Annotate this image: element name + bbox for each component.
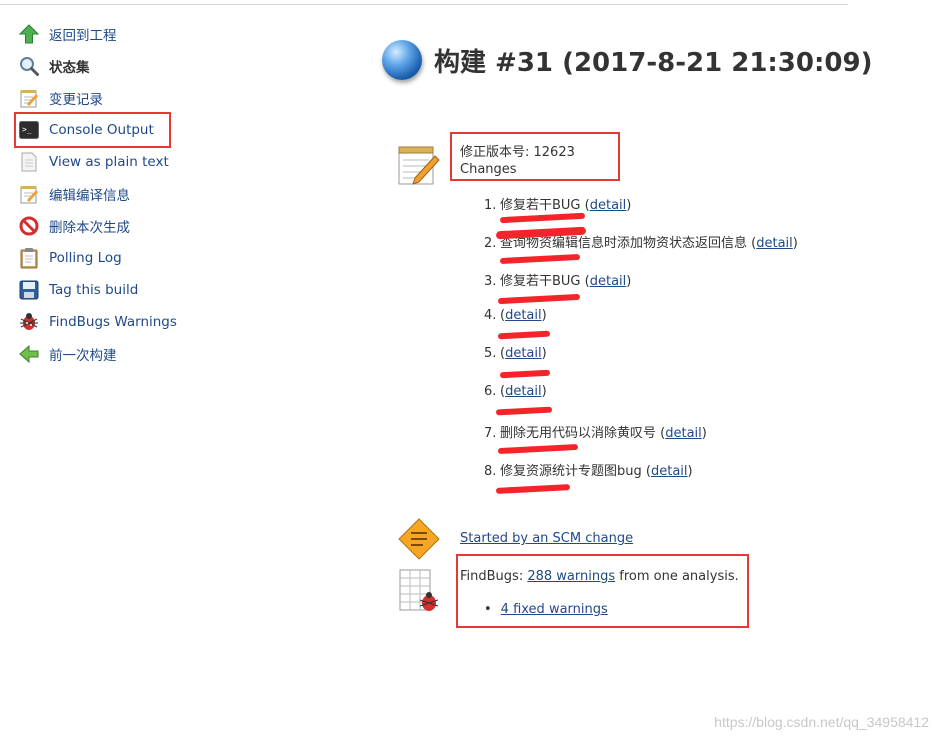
floppy-icon bbox=[18, 279, 40, 301]
sidebar-item-label: 删除本次生成 bbox=[49, 220, 130, 236]
list-item: 8. 修复资源统计专题图bug (detail) bbox=[484, 464, 693, 479]
bug-icon bbox=[18, 311, 40, 333]
list-item: 1. 修复若干BUG (detail) bbox=[484, 198, 632, 213]
sidebar-item-plain-text[interactable]: View as plain text bbox=[18, 146, 218, 178]
detail-link[interactable]: detail bbox=[505, 384, 542, 399]
sidebar-item-label: 返回到工程 bbox=[49, 28, 117, 44]
sidebar-item-label: 前一次构建 bbox=[49, 348, 117, 364]
detail-link[interactable]: detail bbox=[651, 464, 688, 479]
sidebar-item-tag-build[interactable]: Tag this build bbox=[18, 274, 218, 306]
notepad-icon bbox=[397, 144, 441, 186]
started-by-link[interactable]: Started by an SCM change bbox=[460, 531, 633, 546]
findbugs-highlight bbox=[456, 554, 749, 628]
sidebar-item-changes[interactable]: 变更记录 bbox=[18, 82, 218, 114]
top-divider bbox=[0, 4, 848, 5]
page-title: 构建 #31 (2017-8-21 21:30:09) bbox=[434, 47, 873, 78]
list-item: 5. (detail) bbox=[484, 346, 547, 361]
no-entry-icon bbox=[18, 215, 40, 237]
page-header: 构建 #31 (2017-8-21 21:30:09) bbox=[382, 40, 872, 80]
detail-link[interactable]: detail bbox=[505, 346, 542, 361]
sidebar-item-previous-build[interactable]: 前一次构建 bbox=[18, 338, 218, 370]
watermark: https://blog.csdn.net/qq_34958412 bbox=[714, 714, 929, 730]
sidebar-item-findbugs-warnings[interactable]: FindBugs Warnings bbox=[18, 306, 218, 338]
detail-link[interactable]: detail bbox=[756, 236, 793, 251]
sidebar-item-edit-build-info[interactable]: 编辑编译信息 bbox=[18, 178, 218, 210]
detail-link[interactable]: detail bbox=[590, 274, 627, 289]
sidebar-item-label: View as plain text bbox=[49, 154, 169, 170]
change-text: 修复若干BUG bbox=[500, 198, 585, 213]
list-item: 6. (detail) bbox=[484, 384, 547, 399]
change-text: 修复若干BUG bbox=[500, 274, 585, 289]
notepad-icon bbox=[18, 183, 40, 205]
document-icon bbox=[18, 151, 40, 173]
build-status-ball-icon bbox=[382, 40, 422, 80]
sidebar: 返回到工程 状态集 变更记录 >_ Console Output View as… bbox=[18, 18, 218, 370]
sidebar-item-status[interactable]: 状态集 bbox=[18, 50, 218, 82]
sidebar-item-delete-build[interactable]: 删除本次生成 bbox=[18, 210, 218, 242]
detail-link[interactable]: detail bbox=[590, 198, 627, 213]
list-item: 4. (detail) bbox=[484, 308, 547, 323]
console-output-highlight bbox=[14, 112, 171, 148]
search-icon bbox=[18, 55, 40, 77]
detail-link[interactable]: detail bbox=[505, 308, 542, 323]
up-arrow-icon bbox=[18, 23, 40, 45]
list-item: 7. 删除无用代码以消除黄叹号 (detail) bbox=[484, 426, 707, 441]
detail-link[interactable]: detail bbox=[665, 426, 702, 441]
sidebar-item-label: Tag this build bbox=[49, 282, 139, 298]
list-item: 2. 查询物资编辑信息时添加物资状态返回信息 (detail) bbox=[484, 236, 798, 251]
scm-change-icon bbox=[398, 518, 440, 560]
sidebar-item-polling-log[interactable]: Polling Log bbox=[18, 242, 218, 274]
sidebar-item-back-to-project[interactable]: 返回到工程 bbox=[18, 18, 218, 50]
left-arrow-icon bbox=[18, 343, 40, 365]
sidebar-item-label: 变更记录 bbox=[49, 92, 103, 108]
sidebar-item-label: FindBugs Warnings bbox=[49, 314, 177, 330]
clipboard-icon bbox=[18, 247, 40, 269]
findbugs-report-icon bbox=[398, 568, 442, 616]
notepad-icon bbox=[18, 87, 40, 109]
sidebar-item-label: Polling Log bbox=[49, 250, 122, 266]
change-text: 修复资源统计专题图bug bbox=[500, 464, 646, 479]
change-text: 查询物资编辑信息时添加物资状态返回信息 bbox=[500, 236, 752, 251]
started-by-scm: Started by an SCM change bbox=[460, 531, 633, 546]
revision-highlight bbox=[450, 132, 620, 181]
sidebar-item-label: 状态集 bbox=[49, 60, 90, 76]
change-text: 删除无用代码以消除黄叹号 bbox=[500, 426, 661, 441]
changes-list: 1. 修复若干BUG (detail) 2. 查询物资编辑信息时添加物资状态返回信息… bbox=[484, 194, 798, 498]
sidebar-item-label: 编辑编译信息 bbox=[49, 188, 130, 204]
